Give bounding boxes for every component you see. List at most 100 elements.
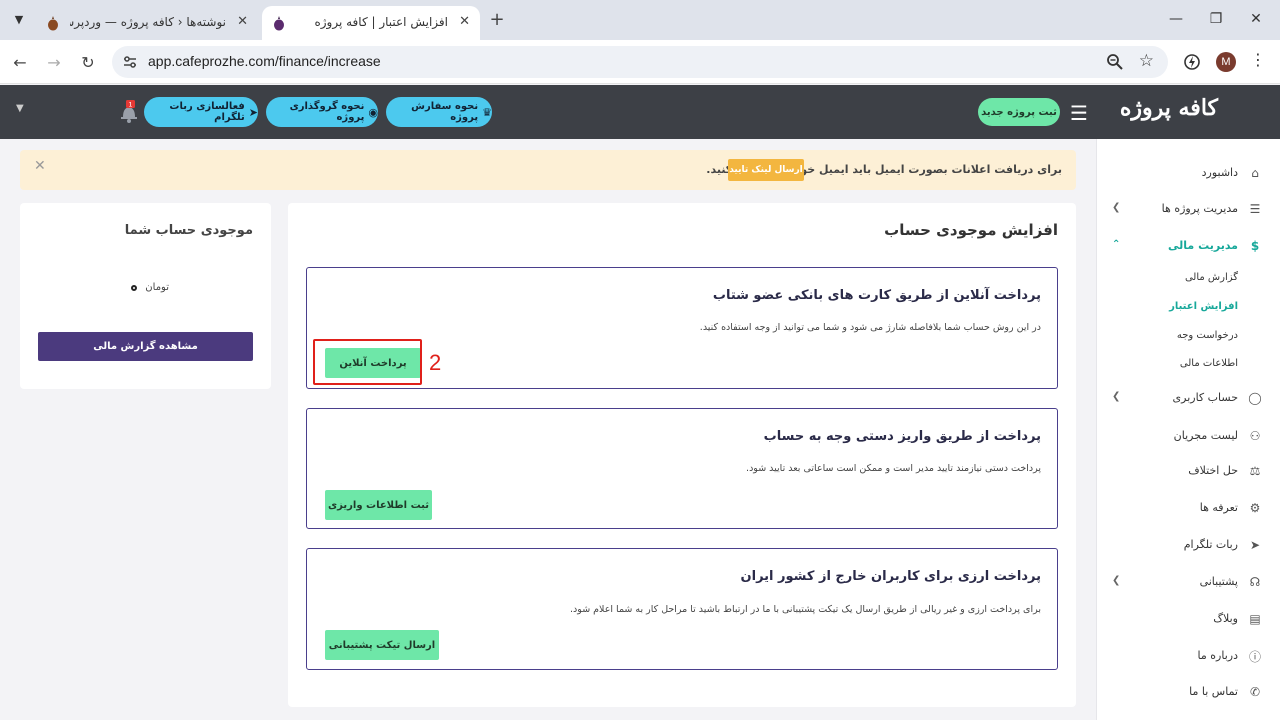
register-deposit-info-button[interactable]: ثبت اطلاعات واریزی	[325, 490, 432, 520]
cafe-favicon-icon	[48, 16, 58, 31]
pill-telegram-bot[interactable]: ➤ فعالسازی ربات تلگرام	[144, 97, 258, 127]
chevron-down-icon[interactable]: ▼	[16, 103, 24, 114]
hamburger-menu-icon[interactable]: ☰	[1070, 101, 1088, 125]
scale-icon: ⚖	[1249, 464, 1261, 478]
option-foreign-currency: پرداخت ارزی برای کاربران خارج از کشور ای…	[306, 548, 1058, 670]
arrow-left-icon: ←	[13, 52, 27, 72]
option-description: برای پرداخت ارزی و غیر ریالی از طریق ارس…	[570, 604, 1041, 615]
brand-logo[interactable]: کافه پروژه	[1120, 95, 1218, 121]
sidebar-item-dispute[interactable]: ⚖ حل اختلاف	[1096, 456, 1280, 486]
balance-zero-indicator	[131, 284, 138, 291]
option-title: پرداخت آنلاین از طریق کارت های بانکی عضو…	[712, 288, 1041, 303]
robot-icon: ♛	[482, 105, 492, 119]
option-description: پرداخت دستی نیازمند تایید مدیر است و ممک…	[746, 463, 1041, 474]
browser-tab-wordpress[interactable]: نوشته‌ها ‹ کافه پروژه — وردپرس ✕	[36, 6, 258, 40]
notification-count: 1	[128, 101, 132, 109]
dollar-icon: $	[1250, 239, 1260, 253]
pill-order-guide[interactable]: ♛ نحوه سفارش پروژه	[386, 97, 492, 127]
page-title: افزایش موجودی حساب	[884, 221, 1058, 239]
browser-toolbar: ← → ↻ app.cafeprozhe.com/finance/increas…	[0, 40, 1280, 84]
close-icon[interactable]: ✕	[34, 158, 46, 174]
sidebar-item-freelancers[interactable]: ⚇ لیست مجریان	[1096, 421, 1280, 451]
sidebar-sub-financial-report[interactable]: گزارش مالی	[1185, 272, 1238, 283]
browser-menu-icon[interactable]: ⋮	[1250, 50, 1266, 69]
sidebar-item-projects[interactable]: ☰ مدیریت پروژه ها ❯	[1096, 194, 1280, 224]
view-financial-report-button[interactable]: مشاهده گزارش مالی	[38, 332, 253, 361]
currency-label: تومان	[145, 282, 169, 293]
sidebar-item-telegram-bot[interactable]: ➤ ربات تلگرام	[1096, 530, 1280, 560]
option-description: در این روش حساب شما بلافاصله شارژ می شود…	[699, 322, 1041, 333]
close-icon[interactable]: ✕	[459, 14, 470, 29]
back-button[interactable]: ←	[8, 50, 32, 74]
close-icon[interactable]: ✕	[237, 14, 248, 29]
address-bar[interactable]: app.cafeprozhe.com/finance/increase ☆	[112, 46, 1168, 78]
telegram-icon: ➤	[248, 105, 258, 119]
reload-button[interactable]: ↻	[76, 50, 100, 74]
notification-bell-icon[interactable]: 1	[118, 99, 140, 125]
chevron-up-icon: ⌃	[1112, 239, 1121, 250]
option-manual-deposit: پرداخت از طریق واریز دستی وجه به حساب پر…	[306, 408, 1058, 529]
option-title: پرداخت از طریق واریز دستی وجه به حساب	[763, 429, 1041, 444]
browser-tab-increase-credit[interactable]: افزایش اعتبار | کافه پروژه ✕	[262, 6, 480, 40]
sidebar-sub-financial-info[interactable]: اطلاعات مالی	[1180, 358, 1238, 369]
window-close-button[interactable]: ✕	[1242, 8, 1270, 30]
zoom-icon[interactable]	[1106, 53, 1124, 71]
chevron-down-icon: ▼	[14, 12, 24, 26]
sidebar: ⌂ داشبورد ☰ مدیریت پروژه ها ❯ $ مدیریت م…	[1096, 139, 1280, 720]
email-verification-alert: برای دریافت اعلانات بصورت ایمیل باید ایم…	[20, 150, 1076, 190]
balance-value: تومان	[131, 282, 169, 293]
site-header: کافه پروژه ☰ ثبت پروژه جدید ♛ نحوه سفارش…	[0, 85, 1280, 139]
sidebar-item-support[interactable]: ☊ پشتیبانی ❯	[1096, 567, 1280, 597]
sidebar-item-finance[interactable]: $ مدیریت مالی ⌃	[1096, 231, 1280, 261]
annotation-step-label: 2	[429, 350, 442, 375]
balance-title: موجودی حساب شما	[124, 223, 253, 238]
url-text[interactable]: app.cafeprozhe.com/finance/increase	[148, 53, 381, 69]
minimize-button[interactable]: —	[1162, 8, 1190, 30]
sidebar-item-account[interactable]: ◯ حساب کاربری ❯	[1096, 383, 1280, 413]
headphones-icon: ☊	[1249, 575, 1261, 589]
new-tab-button[interactable]: +	[486, 8, 508, 30]
browser-tab-bar: ▼ نوشته‌ها ‹ کافه پروژه — وردپرس ✕ افزای…	[0, 0, 1280, 40]
send-verification-link-button[interactable]: ارسال لینک تایید	[728, 159, 804, 181]
sidebar-sub-withdraw-request[interactable]: درخواست وجه	[1177, 330, 1238, 341]
sidebar-item-dashboard[interactable]: ⌂ داشبورد	[1096, 158, 1280, 188]
money-bag-icon: ◉	[368, 105, 378, 119]
arrow-right-icon: →	[47, 52, 61, 72]
send-support-ticket-button[interactable]: ارسال تیکت پشتیبانی	[325, 630, 439, 660]
settings-icon: ⚙	[1249, 501, 1261, 515]
minimize-icon: —	[1169, 11, 1183, 27]
chevron-right-icon: ❯	[1112, 202, 1121, 213]
sidebar-item-blog[interactable]: ▤ وبلاگ	[1096, 604, 1280, 634]
tab-search-button[interactable]: ▼	[8, 8, 30, 30]
pill-escrow-guide[interactable]: ◉ نحوه گروگذاری پروژه	[266, 97, 378, 127]
restore-icon: ❐	[1209, 11, 1223, 27]
book-icon: ▤	[1249, 612, 1261, 626]
cafe-favicon-icon	[274, 16, 284, 31]
chevron-right-icon: ❯	[1112, 575, 1121, 586]
send-icon: ➤	[1249, 538, 1261, 552]
site-settings-icon[interactable]	[122, 54, 138, 70]
forward-button[interactable]: →	[42, 50, 66, 74]
account-balance-card: موجودی حساب شما تومان مشاهده گزارش مالی	[20, 203, 271, 389]
sidebar-item-about[interactable]: ⓘ درباره ما	[1096, 641, 1280, 671]
bookmark-star-icon[interactable]: ☆	[1139, 51, 1154, 71]
sidebar-item-tariffs[interactable]: ⚙ تعرفه ها	[1096, 493, 1280, 523]
restore-button[interactable]: ❐	[1202, 8, 1230, 30]
close-icon: ✕	[1250, 11, 1262, 27]
annotation-highlight-box	[313, 339, 422, 385]
new-project-button[interactable]: ثبت پروژه جدید	[978, 98, 1060, 126]
home-icon: ⌂	[1251, 166, 1259, 180]
tab-title: افزایش اعتبار | کافه پروژه	[314, 15, 448, 29]
increase-balance-card: افزایش موجودی حساب پرداخت آنلاین از طریق…	[288, 203, 1076, 707]
users-icon: ⚇	[1249, 429, 1261, 443]
sidebar-sub-increase-credit[interactable]: افزایش اعتبار	[1169, 301, 1238, 312]
info-icon: ⓘ	[1249, 649, 1262, 664]
phone-icon: ✆	[1249, 685, 1261, 699]
user-icon: ◯	[1248, 391, 1262, 405]
sidebar-item-contact[interactable]: ✆ تماس با ما	[1096, 677, 1280, 707]
tab-title: نوشته‌ها ‹ کافه پروژه — وردپرس	[70, 15, 226, 29]
reload-icon: ↻	[81, 52, 95, 72]
option-title: پرداخت ارزی برای کاربران خارج از کشور ای…	[740, 569, 1041, 584]
extension-icon[interactable]	[1182, 52, 1202, 72]
profile-avatar[interactable]: M	[1216, 52, 1236, 72]
